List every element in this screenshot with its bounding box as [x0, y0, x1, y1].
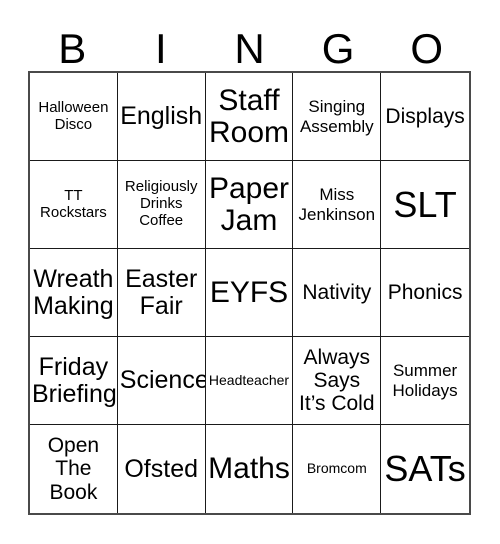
- bingo-header-row: B I N G O: [28, 18, 471, 71]
- bingo-cell-label: Easter Fair: [125, 264, 198, 320]
- bingo-cell-r2-c3[interactable]: Paper Jam: [205, 161, 294, 249]
- bingo-cell-label: Headteacher: [208, 371, 290, 388]
- bingo-cell-label: SATs: [384, 448, 466, 490]
- bingo-cell-label: Open The Book: [47, 434, 100, 504]
- header-letter-n: N: [234, 25, 265, 72]
- bingo-cell-r1-c1[interactable]: Halloween Disco: [30, 73, 118, 161]
- header-letter-o: O: [410, 25, 443, 72]
- bingo-cell-label: Phonics: [387, 280, 463, 304]
- bingo-cell-r2-c2[interactable]: Religiously Drinks Coffee: [117, 161, 206, 249]
- bingo-cell-r4-c4[interactable]: Always Says It’s Cold: [293, 337, 382, 425]
- bingo-grid: Halloween Disco English Staff Room Singing …: [28, 71, 471, 515]
- bingo-cell-label: Displays: [385, 104, 465, 128]
- header-letter-i: I: [155, 25, 167, 72]
- header-letter-g: G: [321, 25, 355, 72]
- bingo-cell-label: Always Says It’s Cold: [299, 345, 375, 416]
- bingo-cell-r3-c1[interactable]: Wreath Making: [30, 249, 118, 337]
- bingo-cell-r1-c5[interactable]: Displays: [381, 73, 469, 161]
- bingo-cell-r4-c5[interactable]: Summer Holidays: [381, 337, 469, 425]
- bingo-cell-r5-c4[interactable]: Bromcom: [293, 425, 382, 513]
- bingo-cell-label: Wreath Making: [33, 264, 114, 320]
- bingo-cell-label: Friday Briefing: [32, 352, 117, 408]
- bingo-cell-r2-c5[interactable]: SLT: [381, 161, 469, 249]
- bingo-cell-label: Miss Jenkinson: [298, 185, 376, 224]
- bingo-cell-r4-c2[interactable]: Science: [117, 337, 206, 425]
- bingo-cell-label: English: [120, 102, 203, 130]
- bingo-cell-r3-c4[interactable]: Nativity: [293, 249, 382, 337]
- bingo-cell-label: TT Rockstars: [40, 186, 107, 221]
- bingo-cell-r3-c3[interactable]: EYFS: [205, 249, 294, 337]
- bingo-cell-label: Halloween Disco: [38, 98, 109, 133]
- bingo-card: B I N G O Halloween Disco English Staff Ro…: [0, 0, 500, 544]
- bingo-cell-label: Ofsted: [124, 454, 199, 483]
- bingo-cell-r3-c2[interactable]: Easter Fair: [117, 249, 206, 337]
- bingo-cell-label: Paper Jam: [208, 171, 290, 237]
- bingo-cell-label: Staff Room: [208, 83, 289, 149]
- bingo-cell-label: Maths: [208, 452, 290, 486]
- bingo-cell-r3-c5[interactable]: Phonics: [381, 249, 469, 337]
- header-letter-b: B: [58, 25, 87, 72]
- bingo-cell-label: Singing Assembly: [299, 97, 374, 136]
- bingo-cell-label: EYFS: [209, 275, 289, 309]
- bingo-cell-r5-c5[interactable]: SATs: [381, 425, 469, 513]
- bingo-cell-r4-c3[interactable]: Headteacher: [205, 337, 294, 425]
- bingo-cell-label: Bromcom: [306, 460, 367, 477]
- bingo-cell-label: SLT: [393, 183, 457, 225]
- bingo-cell-r1-c4[interactable]: Singing Assembly: [293, 73, 382, 161]
- bingo-cell-r2-c1[interactable]: TT Rockstars: [30, 161, 118, 249]
- bingo-cell-r1-c2[interactable]: English: [117, 73, 206, 161]
- bingo-cell-r1-c3[interactable]: Staff Room: [205, 73, 294, 161]
- bingo-cell-r2-c4[interactable]: Miss Jenkinson: [293, 161, 382, 249]
- bingo-cell-r5-c1[interactable]: Open The Book: [30, 425, 118, 513]
- bingo-cell-label: Summer Holidays: [392, 361, 458, 400]
- bingo-cell-r4-c1[interactable]: Friday Briefing: [30, 337, 118, 425]
- bingo-cell-r5-c3[interactable]: Maths: [205, 425, 294, 513]
- bingo-cell-label: Religiously Drinks Coffee: [124, 178, 198, 229]
- bingo-cell-label: Nativity: [302, 280, 372, 304]
- bingo-cell-r5-c2[interactable]: Ofsted: [117, 425, 206, 513]
- bingo-cell-label: Science: [119, 366, 206, 394]
